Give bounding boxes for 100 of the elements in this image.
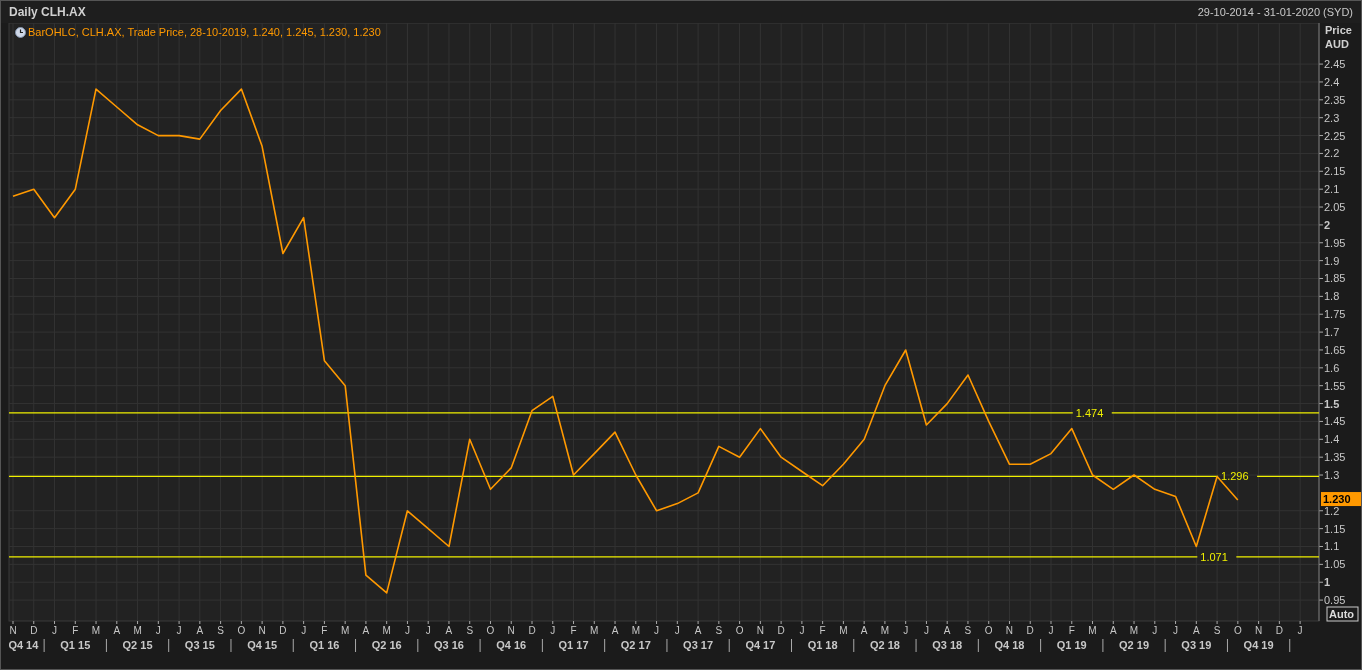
month-label: J — [52, 625, 57, 636]
quarter-label: Q3 18 — [932, 639, 963, 651]
month-label: A — [362, 625, 370, 636]
quarter-label: Q1 19 — [1056, 639, 1087, 651]
month-label: N — [507, 625, 515, 636]
month-label: J — [425, 625, 431, 636]
month-label: A — [694, 625, 702, 636]
y-tick-label: 1.65 — [1324, 343, 1346, 356]
month-label: J — [923, 625, 929, 636]
y-tick-label: 0.95 — [1324, 594, 1346, 607]
quarter-label: Q4 16 — [496, 639, 527, 651]
month-label: A — [445, 625, 453, 636]
y-tick-label: 1.5 — [1324, 397, 1340, 410]
month-label: F — [570, 625, 577, 636]
month-label: M — [839, 625, 848, 636]
month-label: F — [819, 625, 826, 636]
month-label: A — [113, 625, 121, 636]
month-label: A — [196, 625, 204, 636]
quarter-label: Q4 14 — [8, 639, 39, 651]
y-tick-label: 1.9 — [1324, 254, 1340, 267]
month-label: O — [984, 625, 993, 636]
quarter-label: Q2 16 — [371, 639, 402, 651]
month-label: J — [550, 625, 556, 636]
quarter-label: Q1 16 — [309, 639, 340, 651]
y-tick-label: 1.1 — [1324, 540, 1340, 553]
quarter-label: Q2 18 — [869, 639, 900, 651]
month-label: M — [341, 625, 350, 636]
month-label: O — [735, 625, 744, 636]
price-tag: 1.230 — [1321, 492, 1361, 507]
month-label: D — [279, 625, 287, 636]
month-label: M — [91, 625, 101, 636]
y-tick-label: 1 — [1324, 576, 1331, 589]
quarter-label: Q4 19 — [1243, 639, 1274, 651]
y-tick-label: 2 — [1324, 218, 1331, 231]
y-tick-label: 2.2 — [1324, 147, 1340, 160]
quarter-label: Q3 17 — [683, 639, 714, 651]
quarter-label: Q2 17 — [620, 639, 651, 651]
y-tick-label: 1.75 — [1324, 308, 1346, 321]
window-title: Daily CLH.AX — [9, 4, 86, 21]
y-tick-label: 1.05 — [1324, 558, 1346, 571]
quarter-label: Q1 17 — [558, 639, 589, 651]
month-label: O — [1233, 625, 1242, 636]
month-label: J — [1173, 625, 1179, 636]
axis-title: Price — [1325, 23, 1352, 37]
month-label: M — [590, 625, 599, 636]
month-label: O — [486, 625, 495, 636]
y-tick-label: 1.85 — [1324, 272, 1346, 285]
y-tick-label: 1.4 — [1324, 433, 1340, 446]
month-label: S — [217, 625, 224, 636]
month-label: A — [1193, 625, 1200, 636]
quarter-label: Q4 18 — [994, 639, 1025, 651]
y-tick-label: 2.1 — [1324, 183, 1340, 196]
y-tick-label: 2.4 — [1324, 75, 1340, 88]
quarter-label: Q3 15 — [184, 639, 215, 651]
month-label: A — [1109, 625, 1117, 636]
month-label: F — [321, 625, 328, 636]
y-tick-label: 2.25 — [1324, 129, 1346, 142]
y-tick-label: 1.55 — [1324, 379, 1346, 392]
y-tick-label: 1.15 — [1324, 522, 1346, 535]
quarter-label: Q3 19 — [1181, 639, 1212, 651]
y-tick-label: 1.2 — [1324, 504, 1340, 517]
y-tick-label: 1.3 — [1324, 469, 1340, 482]
month-label: J — [903, 625, 909, 636]
y-tick-label: 1.35 — [1324, 451, 1346, 464]
month-label: S — [466, 625, 474, 636]
month-label: J — [1152, 625, 1158, 636]
axis-title: AUD — [1325, 37, 1350, 51]
legend-text: BarOHLC, CLH.AX, Trade Price, 28-10-2019, 1.240, 1.245, 1.230, 1.230 — [28, 25, 381, 40]
month-label: J — [654, 625, 660, 636]
level-label: 1.474 — [1075, 406, 1104, 419]
quarter-label: Q2 15 — [122, 639, 153, 651]
level-label: 1.071 — [1200, 550, 1228, 563]
month-label: D — [528, 625, 536, 636]
quarter-label: Q3 16 — [434, 639, 464, 651]
month-label: N — [1255, 625, 1263, 636]
month-label: A — [611, 625, 619, 636]
month-label: J — [1297, 625, 1303, 636]
y-tick-label: 2.35 — [1324, 93, 1346, 106]
y-tick-label: 1.95 — [1324, 236, 1346, 249]
month-label: F — [72, 625, 79, 636]
month-label: D — [1026, 625, 1034, 636]
month-label: A — [860, 625, 868, 636]
month-label: D — [777, 625, 785, 636]
y-tick-label: 2.05 — [1324, 201, 1346, 214]
quarter-label: Q1 15 — [60, 639, 91, 651]
month-label: N — [258, 625, 266, 636]
y-tick-label: 1.7 — [1324, 326, 1340, 339]
month-label: N — [1005, 625, 1014, 636]
month-label: M — [880, 625, 890, 636]
month-label: J — [176, 625, 182, 636]
month-label: S — [1213, 625, 1221, 636]
y-tick-label: 2.3 — [1324, 111, 1340, 124]
y-tick-label: 1.8 — [1324, 290, 1340, 303]
quarter-label: Q4 15 — [247, 639, 278, 651]
month-label: J — [301, 625, 307, 636]
month-label: M — [1129, 625, 1139, 636]
month-label: D — [1275, 625, 1283, 636]
quarter-label: Q1 18 — [807, 639, 838, 651]
month-label: J — [1048, 625, 1054, 636]
month-label: S — [715, 625, 723, 636]
